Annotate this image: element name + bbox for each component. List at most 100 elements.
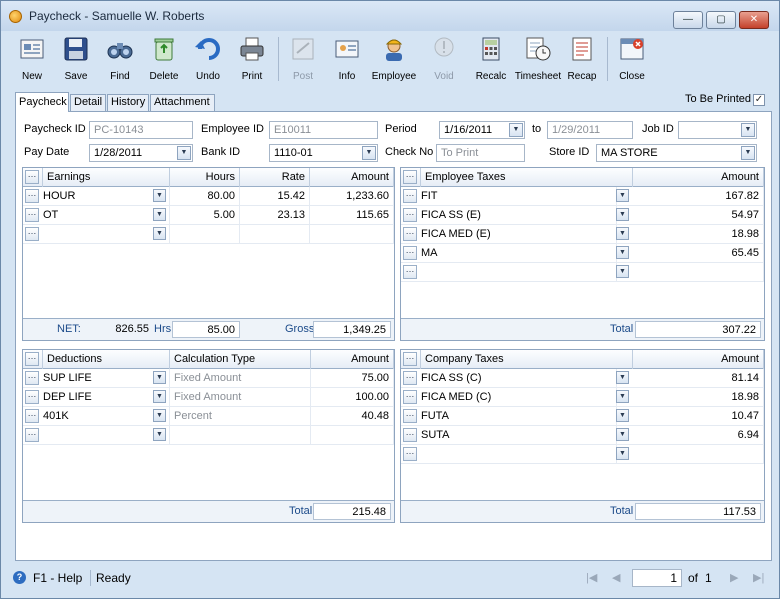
ellipsis-icon[interactable]: … — [25, 352, 39, 366]
tax-code-cell[interactable]: FUTA — [417, 407, 617, 426]
amount-cell[interactable] — [633, 445, 764, 464]
table-row[interactable]: … FIT ▼ 167.82 — [401, 187, 764, 206]
close-button[interactable]: Close — [610, 33, 654, 85]
table-row[interactable]: … ▼ — [23, 426, 394, 445]
chevron-down-icon[interactable]: ▼ — [741, 146, 755, 160]
column-header-hours[interactable]: Hours — [170, 168, 240, 187]
earning-code-cell[interactable]: HOUR — [39, 187, 170, 206]
table-row[interactable]: … MA ▼ 65.45 — [401, 244, 764, 263]
ellipsis-icon[interactable]: … — [403, 371, 417, 385]
table-row[interactable]: … ▼ — [401, 263, 764, 282]
amount-cell[interactable]: 18.98 — [633, 388, 764, 407]
deduction-code-cell[interactable]: 401K — [39, 407, 170, 426]
column-header-deductions[interactable]: Deductions — [43, 350, 170, 369]
print-button[interactable]: Print — [230, 33, 274, 85]
recap-button[interactable]: Recap — [560, 33, 604, 85]
chevron-down-icon[interactable]: ▼ — [153, 227, 166, 240]
help-text[interactable]: F1 - Help — [33, 571, 82, 585]
ellipsis-icon[interactable]: … — [25, 227, 39, 241]
amount-cell[interactable]: 75.00 — [311, 369, 394, 388]
store-id-field[interactable]: MA STORE ▼ — [596, 144, 757, 162]
hours-cell[interactable]: 5.00 — [170, 206, 240, 225]
ellipsis-icon[interactable]: … — [403, 227, 417, 241]
chevron-down-icon[interactable]: ▼ — [616, 265, 629, 278]
column-header-rate[interactable]: Rate — [240, 168, 310, 187]
chevron-down-icon[interactable]: ▼ — [153, 390, 166, 403]
ellipsis-icon[interactable]: … — [403, 208, 417, 222]
chevron-down-icon[interactable]: ▼ — [616, 189, 629, 202]
chevron-down-icon[interactable]: ▼ — [616, 227, 629, 240]
chevron-down-icon[interactable]: ▼ — [362, 146, 376, 160]
table-row[interactable]: … FICA SS (E) ▼ 54.97 — [401, 206, 764, 225]
pay-date-field[interactable]: 1/28/2011 ▼ — [89, 144, 193, 162]
column-header-employee-taxes[interactable]: Employee Taxes — [421, 168, 633, 187]
column-header-earnings[interactable]: Earnings — [43, 168, 170, 187]
chevron-down-icon[interactable]: ▼ — [153, 189, 166, 202]
tax-code-cell[interactable]: FICA MED (E) — [417, 225, 617, 244]
table-row[interactable]: … OT ▼ 5.00 23.13 115.65 — [23, 206, 394, 225]
amount-cell[interactable]: 10.47 — [633, 407, 764, 426]
table-row[interactable]: … FUTA ▼ 10.47 — [401, 407, 764, 426]
page-number-input[interactable]: 1 — [632, 569, 682, 587]
deduction-code-cell[interactable]: DEP LIFE — [39, 388, 170, 407]
hours-cell[interactable] — [170, 225, 240, 244]
employee-id-field[interactable]: E10011 — [269, 121, 378, 139]
hours-cell[interactable]: 80.00 — [170, 187, 240, 206]
chevron-down-icon[interactable]: ▼ — [153, 409, 166, 422]
chevron-down-icon[interactable]: ▼ — [153, 428, 166, 441]
chevron-down-icon[interactable]: ▼ — [616, 447, 629, 460]
amount-cell[interactable]: 167.82 — [633, 187, 764, 206]
column-header-amount[interactable]: Amount — [633, 350, 764, 369]
table-row[interactable]: … DEP LIFE ▼ Fixed Amount 100.00 — [23, 388, 394, 407]
chevron-down-icon[interactable]: ▼ — [616, 371, 629, 384]
title-bar[interactable]: Paycheck - Samuelle W. Roberts — ▢ ✕ — [1, 1, 779, 31]
ellipsis-icon[interactable]: … — [403, 352, 417, 366]
recalc-button[interactable]: Recalc — [469, 33, 513, 85]
help-icon[interactable]: ? — [13, 571, 26, 584]
amount-cell[interactable]: 1,233.60 — [310, 187, 394, 206]
tab-paycheck[interactable]: Paycheck — [15, 92, 69, 112]
to-be-printed-checkbox[interactable]: ✓ — [753, 94, 765, 106]
tax-code-cell[interactable]: MA — [417, 244, 617, 263]
ellipsis-icon[interactable]: … — [403, 170, 417, 184]
tax-code-cell[interactable]: FIT — [417, 187, 617, 206]
tax-code-cell[interactable]: FICA SS (E) — [417, 206, 617, 225]
ellipsis-icon[interactable]: … — [25, 371, 39, 385]
deduction-code-cell[interactable] — [39, 426, 170, 445]
amount-cell[interactable]: 18.98 — [633, 225, 764, 244]
check-no-field[interactable]: To Print — [436, 144, 525, 162]
rate-cell[interactable] — [240, 225, 310, 244]
chevron-down-icon[interactable]: ▼ — [616, 390, 629, 403]
tab-attachment[interactable]: Attachment — [150, 94, 215, 111]
amount-cell[interactable]: 81.14 — [633, 369, 764, 388]
tab-history[interactable]: History — [107, 94, 149, 111]
deduction-code-cell[interactable]: SUP LIFE — [39, 369, 170, 388]
previous-page-icon[interactable]: ◀ — [612, 571, 620, 584]
rate-cell[interactable]: 23.13 — [240, 206, 310, 225]
chevron-down-icon[interactable]: ▼ — [153, 371, 166, 384]
chevron-down-icon[interactable]: ▼ — [616, 246, 629, 259]
close-window-button[interactable]: ✕ — [739, 11, 769, 29]
chevron-down-icon[interactable]: ▼ — [153, 208, 166, 221]
table-row[interactable]: … ▼ — [23, 225, 394, 244]
column-header-amount[interactable]: Amount — [311, 350, 394, 369]
period-from-field[interactable]: 1/16/2011 ▼ — [439, 121, 525, 139]
column-header-amount[interactable]: Amount — [310, 168, 394, 187]
tax-code-cell[interactable] — [417, 263, 617, 282]
amount-cell[interactable]: 54.97 — [633, 206, 764, 225]
table-row[interactable]: … SUP LIFE ▼ Fixed Amount 75.00 — [23, 369, 394, 388]
ellipsis-icon[interactable]: … — [25, 208, 39, 222]
chevron-down-icon[interactable]: ▼ — [741, 123, 755, 137]
amount-cell[interactable] — [633, 263, 764, 282]
paycheck-id-field[interactable]: PC-10143 — [89, 121, 193, 139]
job-id-field[interactable]: ▼ — [678, 121, 757, 139]
employee-button[interactable]: Employee — [372, 33, 416, 85]
maximize-button[interactable]: ▢ — [706, 11, 736, 29]
bank-id-field[interactable]: 1110-01 ▼ — [269, 144, 378, 162]
ellipsis-icon[interactable]: … — [25, 189, 39, 203]
chevron-down-icon[interactable]: ▼ — [509, 123, 523, 137]
chevron-down-icon[interactable]: ▼ — [177, 146, 191, 160]
table-row[interactable]: … 401K ▼ Percent 40.48 — [23, 407, 394, 426]
ellipsis-icon[interactable]: … — [25, 409, 39, 423]
table-row[interactable]: … ▼ — [401, 445, 764, 464]
